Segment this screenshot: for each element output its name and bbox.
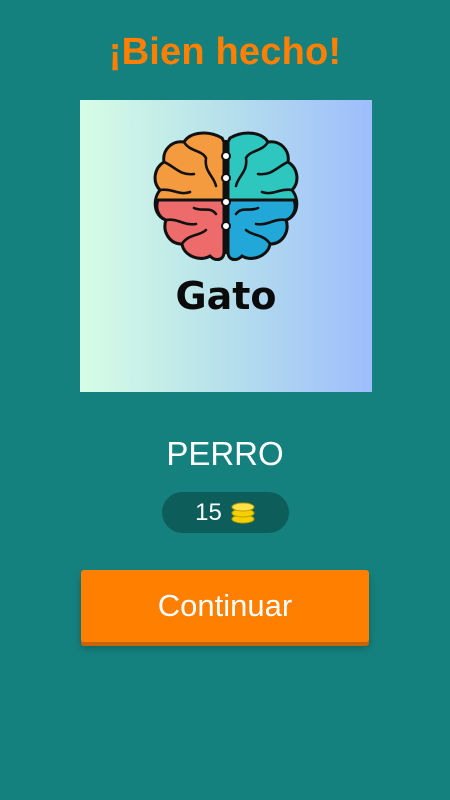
brain-icon — [153, 131, 299, 261]
question-image: Gato — [80, 100, 372, 392]
continue-button[interactable]: Continuar — [81, 570, 369, 642]
coins-count: 15 — [195, 499, 222, 526]
continue-label: Continuar — [157, 588, 293, 623]
success-screen: ¡Bien hecho! Gato PERRO 15 Continuar — [0, 0, 450, 800]
coins-badge: 15 — [162, 492, 289, 533]
image-word: Gato — [175, 274, 277, 318]
page-title: ¡Bien hecho! — [108, 31, 342, 73]
coins-icon — [231, 502, 255, 523]
answer-text: PERRO — [166, 435, 284, 472]
